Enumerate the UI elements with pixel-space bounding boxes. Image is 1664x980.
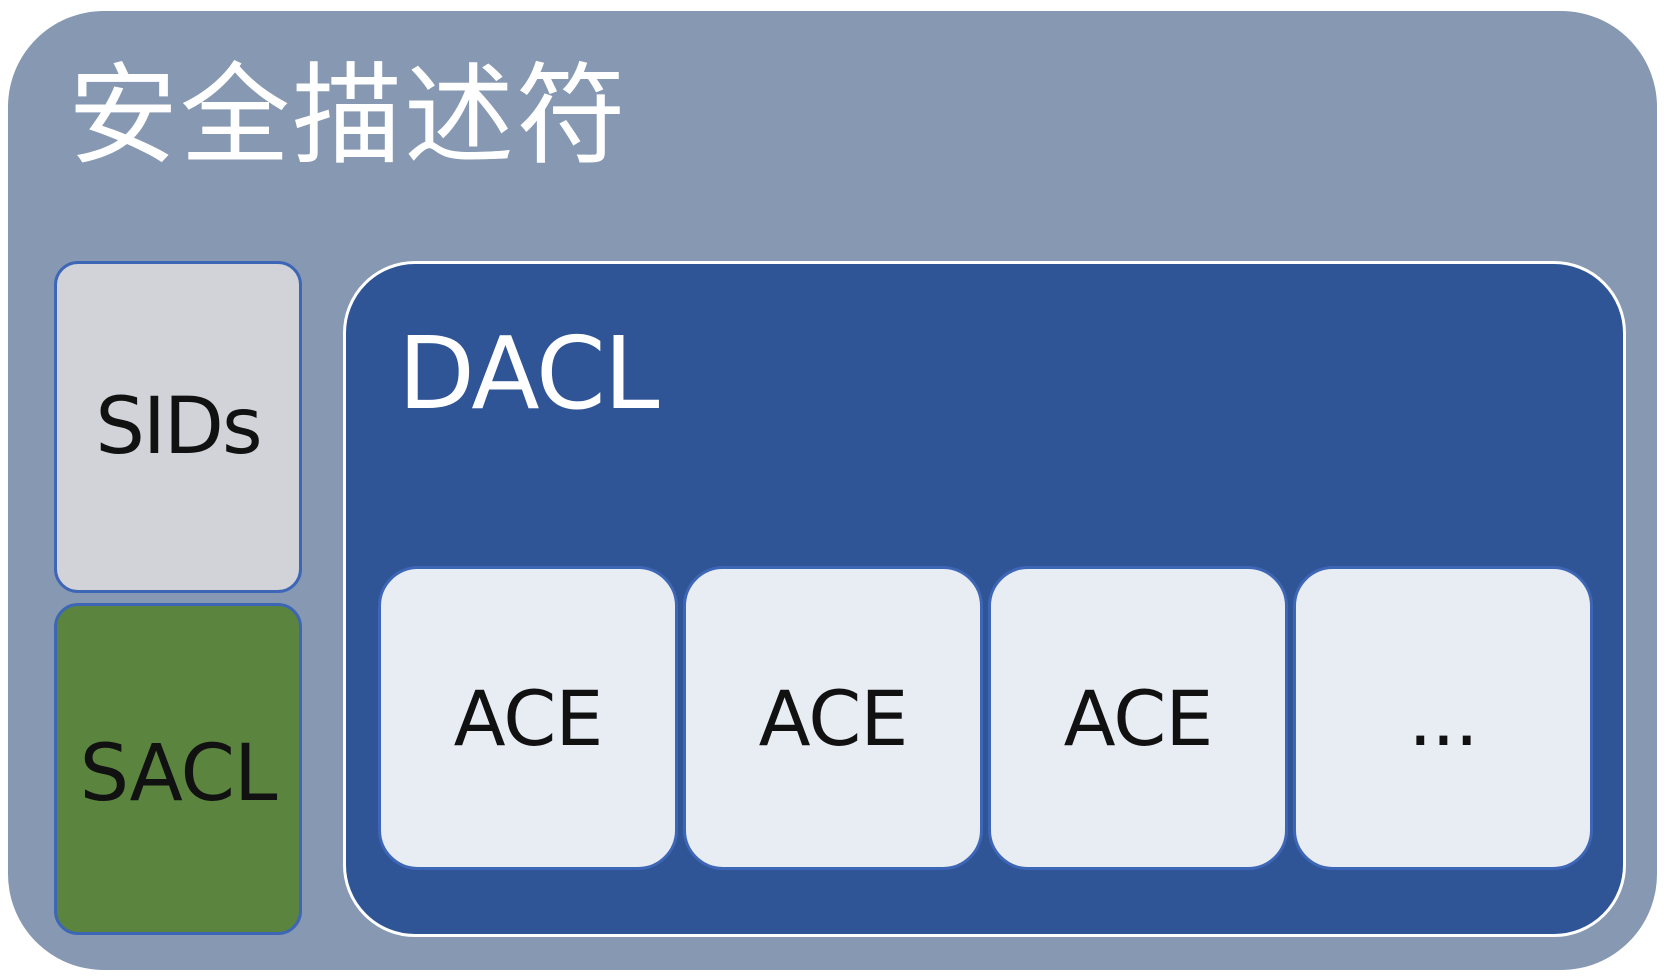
dacl-container: DACL ACE ACE ACE ...	[343, 261, 1626, 937]
ace-label: ACE	[758, 673, 909, 763]
sids-box: SIDs	[54, 261, 302, 593]
ace-more-entry: ...	[1293, 566, 1593, 870]
sacl-box: SACL	[54, 603, 302, 935]
security-descriptor-container: 安全描述符 SIDs SACL DACL ACE ACE ACE ...	[8, 11, 1657, 970]
ace-entry: ACE	[378, 566, 678, 870]
ace-label: ACE	[1063, 673, 1214, 763]
ace-entry: ACE	[683, 566, 983, 870]
dacl-title: DACL	[398, 315, 659, 432]
ace-label: ACE	[453, 673, 604, 763]
security-descriptor-title: 安全描述符	[68, 52, 628, 180]
sids-label: SIDs	[95, 382, 262, 472]
ace-more-label: ...	[1408, 673, 1478, 763]
sacl-label: SACL	[79, 729, 278, 819]
ace-entry: ACE	[988, 566, 1288, 870]
